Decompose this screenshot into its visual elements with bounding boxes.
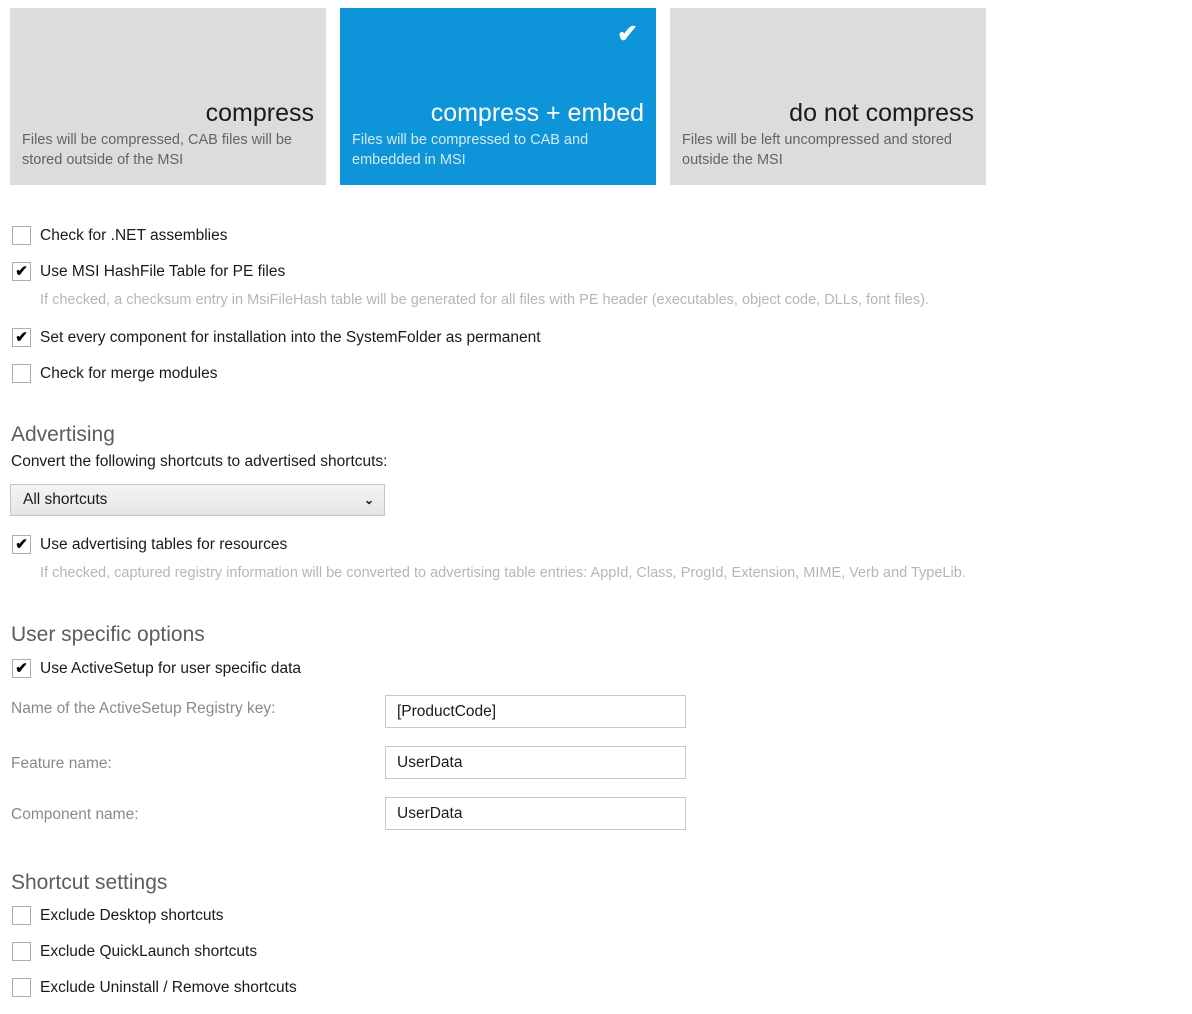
checkbox-label: Exclude QuickLaunch shortcuts bbox=[40, 942, 258, 960]
checkbox-row-use-advertising-tables[interactable]: ✔ Use advertising tables for resources bbox=[12, 535, 287, 554]
advertising-hint-text: If checked, captured registry informatio… bbox=[40, 565, 966, 581]
activesetup-registry-key-input[interactable] bbox=[385, 695, 686, 728]
advertising-heading: Advertising bbox=[11, 423, 115, 446]
advertising-description: Convert the following shortcuts to adver… bbox=[11, 453, 388, 470]
compression-tile-group: compress Files will be compressed, CAB f… bbox=[10, 8, 986, 185]
user-specific-options-heading: User specific options bbox=[11, 623, 205, 646]
check-icon: ✔ bbox=[15, 328, 28, 346]
checkmark-icon: ✔ bbox=[617, 20, 638, 48]
component-name-label: Component name: bbox=[11, 806, 139, 823]
checkbox-row-exclude-quicklaunch-shortcuts[interactable]: ✔ Exclude QuickLaunch shortcuts bbox=[12, 942, 257, 961]
check-icon: ✔ bbox=[15, 262, 28, 280]
checkbox-label: Check for .NET assemblies bbox=[40, 226, 228, 244]
checkbox-box[interactable]: ✔ bbox=[12, 978, 31, 997]
checkbox-label: Exclude Desktop shortcuts bbox=[40, 906, 224, 924]
checkbox-label: Set every component for installation int… bbox=[40, 328, 541, 346]
tile-compress-embed[interactable]: ✔ compress + embed Files will be compres… bbox=[340, 8, 656, 185]
check-icon: ✔ bbox=[15, 659, 28, 677]
tile-title: compress + embed bbox=[430, 98, 644, 127]
dropdown-selected-value: All shortcuts bbox=[23, 491, 108, 508]
checkbox-box[interactable]: ✔ bbox=[12, 659, 31, 678]
checkbox-box[interactable]: ✔ bbox=[12, 226, 31, 245]
checkbox-label: Check for merge modules bbox=[40, 364, 218, 382]
checkbox-box[interactable]: ✔ bbox=[12, 906, 31, 925]
advertised-shortcuts-dropdown[interactable]: All shortcuts ⌄ bbox=[10, 484, 385, 516]
checkbox-label: Exclude Uninstall / Remove shortcuts bbox=[40, 978, 297, 996]
tile-title: compress bbox=[205, 98, 314, 127]
checkbox-row-exclude-desktop-shortcuts[interactable]: ✔ Exclude Desktop shortcuts bbox=[12, 906, 224, 925]
checkbox-label: Use ActiveSetup for user specific data bbox=[40, 659, 302, 677]
checkbox-row-systemfolder-permanent[interactable]: ✔ Set every component for installation i… bbox=[12, 328, 541, 347]
checkbox-row-msi-hashfile-table[interactable]: ✔ Use MSI HashFile Table for PE files bbox=[12, 262, 285, 281]
shortcut-settings-heading: Shortcut settings bbox=[11, 871, 168, 894]
feature-name-label: Feature name: bbox=[11, 755, 112, 772]
tile-description: Files will be compressed, CAB files will… bbox=[22, 131, 292, 169]
activesetup-registry-key-label: Name of the ActiveSetup Registry key: bbox=[11, 700, 276, 717]
tile-description: Files will be left uncompressed and stor… bbox=[682, 131, 952, 169]
checkbox-label: Use advertising tables for resources bbox=[40, 535, 288, 553]
chevron-down-icon: ⌄ bbox=[363, 493, 374, 507]
tile-do-not-compress[interactable]: do not compress Files will be left uncom… bbox=[670, 8, 986, 185]
checkbox-box[interactable]: ✔ bbox=[12, 328, 31, 347]
check-icon: ✔ bbox=[15, 535, 28, 553]
checkbox-row-check-merge-modules[interactable]: ✔ Check for merge modules bbox=[12, 364, 217, 383]
checkbox-box[interactable]: ✔ bbox=[12, 535, 31, 554]
checkbox-box[interactable]: ✔ bbox=[12, 942, 31, 961]
tile-compress[interactable]: compress Files will be compressed, CAB f… bbox=[10, 8, 326, 185]
feature-name-input[interactable] bbox=[385, 746, 686, 779]
component-name-input[interactable] bbox=[385, 797, 686, 830]
tile-description: Files will be compressed to CAB and embe… bbox=[352, 131, 589, 169]
hashfile-hint-text: If checked, a checksum entry in MsiFileH… bbox=[40, 292, 929, 308]
checkbox-row-use-activesetup[interactable]: ✔ Use ActiveSetup for user specific data bbox=[12, 659, 301, 678]
checkbox-box[interactable]: ✔ bbox=[12, 262, 31, 281]
checkbox-row-check-dotnet-assemblies[interactable]: ✔ Check for .NET assemblies bbox=[12, 226, 228, 245]
checkbox-label: Use MSI HashFile Table for PE files bbox=[40, 262, 286, 280]
checkbox-box[interactable]: ✔ bbox=[12, 364, 31, 383]
checkbox-row-exclude-uninstall-shortcuts[interactable]: ✔ Exclude Uninstall / Remove shortcuts bbox=[12, 978, 297, 997]
tile-title: do not compress bbox=[789, 98, 974, 127]
